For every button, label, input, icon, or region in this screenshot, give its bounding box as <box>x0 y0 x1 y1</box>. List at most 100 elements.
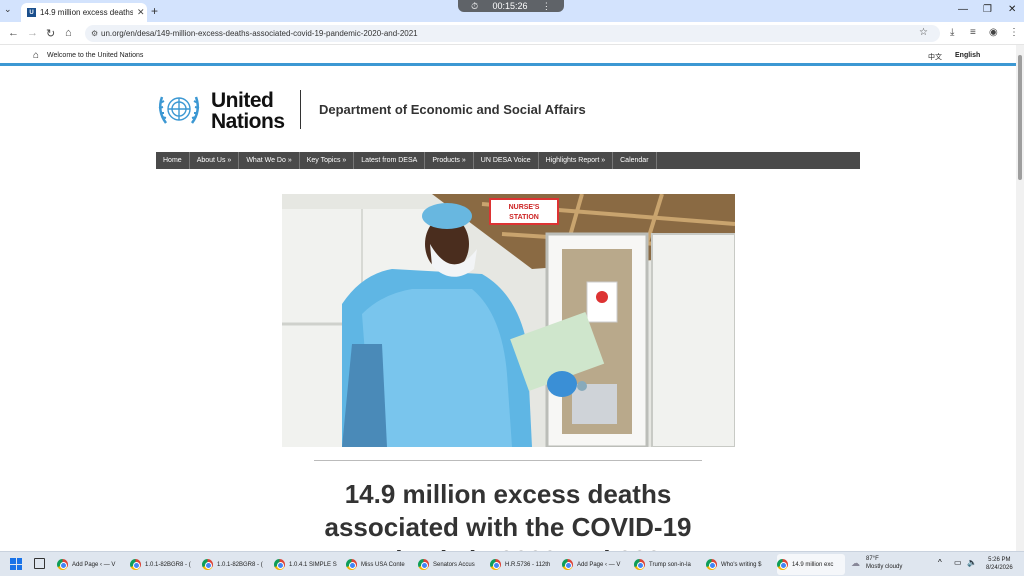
menu-key-topics[interactable]: Key Topics » <box>300 152 355 169</box>
taskbar-item-label: Who's writing $ <box>721 561 762 568</box>
menu-highlights-report[interactable]: Highlights Report » <box>539 152 614 169</box>
menu-latest-from-desa[interactable]: Latest from DESA <box>354 152 426 169</box>
forward-arrow-icon[interactable]: → <box>27 27 38 39</box>
taskbar-item[interactable]: Who's writing $ <box>706 554 772 575</box>
taskbar-item[interactable]: Senators Accus <box>418 554 484 575</box>
weather-temp: 87°F <box>866 556 879 562</box>
chrome-icon <box>202 559 213 570</box>
taskbar-item[interactable]: H.R.5736 - 112th <box>490 554 556 575</box>
chrome-icon <box>777 559 788 570</box>
menu-about-us[interactable]: About Us » <box>190 152 240 169</box>
taskbar-item-label: 1.0.1-82BGR8 - ( <box>145 561 191 568</box>
menu-products[interactable]: Products » <box>425 152 474 169</box>
taskbar-item-label: Miss USA Conte <box>361 561 405 568</box>
chrome-icon <box>274 559 285 570</box>
taskbar-item-label: Add Page ‹ — V <box>72 561 116 568</box>
home-icon[interactable]: ⌂ <box>33 50 39 61</box>
menu-calendar[interactable]: Calendar <box>613 152 657 169</box>
cloud-icon: ☁ <box>851 558 860 568</box>
taskbar-item-label: H.R.5736 - 112th <box>505 561 551 568</box>
bookmark-star-icon[interactable]: ☆ <box>919 27 928 38</box>
browser-tab-bar: ⌄ U 14.9 million excess deaths asso ✕ + … <box>0 0 1024 22</box>
chrome-icon <box>130 559 141 570</box>
taskbar-item[interactable]: 1.0.4.1 SIMPLE S <box>274 554 340 575</box>
department-title[interactable]: Department of Economic and Social Affair… <box>319 102 586 117</box>
chrome-icon <box>562 559 573 570</box>
minimize-icon[interactable]: — <box>958 4 968 15</box>
svg-text:NURSE'S: NURSE'S <box>509 204 540 211</box>
menu-home[interactable]: Home <box>156 152 190 169</box>
un-wordmark[interactable]: United Nations <box>211 90 285 132</box>
taskbar-item-label: 14.9 million exc <box>792 561 834 568</box>
windows-taskbar: Add Page ‹ — V 1.0.1-82BGR8 - ( 1.0.1-82… <box>0 551 1024 576</box>
recording-time: 00:15:26 <box>492 1 528 11</box>
profile-icon[interactable]: ◉ <box>989 27 998 38</box>
taskbar-item-label: Add Page ‹ — V <box>577 561 621 568</box>
un-top-bar: ⌂ Welcome to the United Nations 中文 Engli… <box>0 45 1024 66</box>
tab-search-chevron-icon[interactable]: ⌄ <box>4 4 12 15</box>
network-icon[interactable]: ▭ <box>954 558 962 567</box>
restore-icon[interactable]: ❐ <box>983 4 992 15</box>
close-window-icon[interactable]: ✕ <box>1008 4 1016 15</box>
un-wordmark-line2: Nations <box>211 110 285 133</box>
un-wordmark-line1: United <box>211 89 274 112</box>
back-arrow-icon[interactable]: ← <box>8 27 19 39</box>
taskbar-item[interactable]: Trump son-in-la <box>634 554 700 575</box>
taskbar-item-label: Trump son-in-la <box>649 561 691 568</box>
chrome-icon <box>706 559 717 570</box>
taskbar-item[interactable]: 1.0.1-82BGR8 - ( <box>130 554 196 575</box>
tab-title: 14.9 million excess deaths asso <box>40 8 133 17</box>
article-photo: NURSE'S STATION <box>282 194 735 447</box>
language-chinese-link[interactable]: 中文 <box>928 52 942 62</box>
taskbar-item-label: Senators Accus <box>433 561 475 568</box>
stopwatch-icon: ⏱ <box>471 0 479 11</box>
menu-what-we-do[interactable]: What We Do » <box>239 152 300 169</box>
download-icon[interactable]: ⤓ <box>950 27 954 38</box>
more-vert-icon[interactable]: ⋮ <box>542 1 551 12</box>
chrome-icon <box>418 559 429 570</box>
reading-list-icon[interactable]: ≡ <box>970 27 976 38</box>
weather-widget[interactable]: 87°F Mostly cloudy <box>866 555 902 571</box>
home-icon[interactable]: ⌂ <box>65 27 72 39</box>
svg-text:STATION: STATION <box>509 214 539 221</box>
windows-start-icon[interactable] <box>10 558 22 570</box>
task-view-icon[interactable] <box>34 558 45 569</box>
headline-divider <box>314 460 702 461</box>
taskbar-item[interactable]: Add Page ‹ — V <box>562 554 628 575</box>
system-clock[interactable]: 5:26 PM 8/24/2026 <box>986 556 1013 572</box>
browser-tab-active[interactable]: U 14.9 million excess deaths asso ✕ <box>21 3 147 22</box>
header-divider <box>300 90 301 129</box>
language-english-link[interactable]: English <box>955 52 980 59</box>
un-emblem-icon[interactable] <box>154 89 204 131</box>
chrome-icon <box>634 559 645 570</box>
close-tab-icon[interactable]: ✕ <box>137 7 147 18</box>
chrome-icon <box>490 559 501 570</box>
new-tab-button[interactable]: + <box>151 4 158 18</box>
reload-icon[interactable]: ↻ <box>46 27 55 40</box>
taskbar-item-label: 1.0.4.1 SIMPLE S <box>289 561 337 568</box>
taskbar-item[interactable]: Miss USA Conte <box>346 554 412 575</box>
recording-indicator: ⏱ 00:15:26 ⋮ <box>458 0 564 12</box>
url-text: un.org/en/desa/149-million-excess-deaths… <box>101 29 418 38</box>
chrome-icon <box>346 559 357 570</box>
clock-date: 8/24/2026 <box>986 565 1013 571</box>
taskbar-item-active[interactable]: 14.9 million exc <box>777 554 845 575</box>
weather-desc: Mostly cloudy <box>866 564 903 570</box>
scrollbar-thumb[interactable] <box>1018 55 1022 180</box>
taskbar-item[interactable]: Add Page ‹ — V <box>57 554 123 575</box>
volume-icon[interactable]: 🔈 <box>967 558 977 567</box>
chrome-icon <box>57 559 68 570</box>
chevron-up-icon[interactable]: ^ <box>938 558 942 567</box>
welcome-link[interactable]: Welcome to the United Nations <box>47 52 143 59</box>
address-bar[interactable]: ⚙ un.org/en/desa/149-million-excess-deat… <box>85 25 940 42</box>
browser-toolbar: ← → ↻ ⌂ ⚙ un.org/en/desa/149-million-exc… <box>0 22 1024 45</box>
clock-time: 5:26 PM <box>988 557 1011 563</box>
nurse-photo-illustration: NURSE'S STATION <box>282 194 735 447</box>
un-favicon-icon: U <box>27 8 36 17</box>
taskbar-item-label: 1.0.1-82BGR8 - ( <box>217 561 263 568</box>
site-info-icon[interactable]: ⚙ <box>91 29 98 38</box>
browser-menu-icon[interactable]: ⋮ <box>1009 27 1019 38</box>
menu-un-desa-voice[interactable]: UN DESA Voice <box>474 152 539 169</box>
taskbar-item[interactable]: 1.0.1-82BGR8 - ( <box>202 554 268 575</box>
main-menu: Home About Us » What We Do » Key Topics … <box>156 152 860 169</box>
